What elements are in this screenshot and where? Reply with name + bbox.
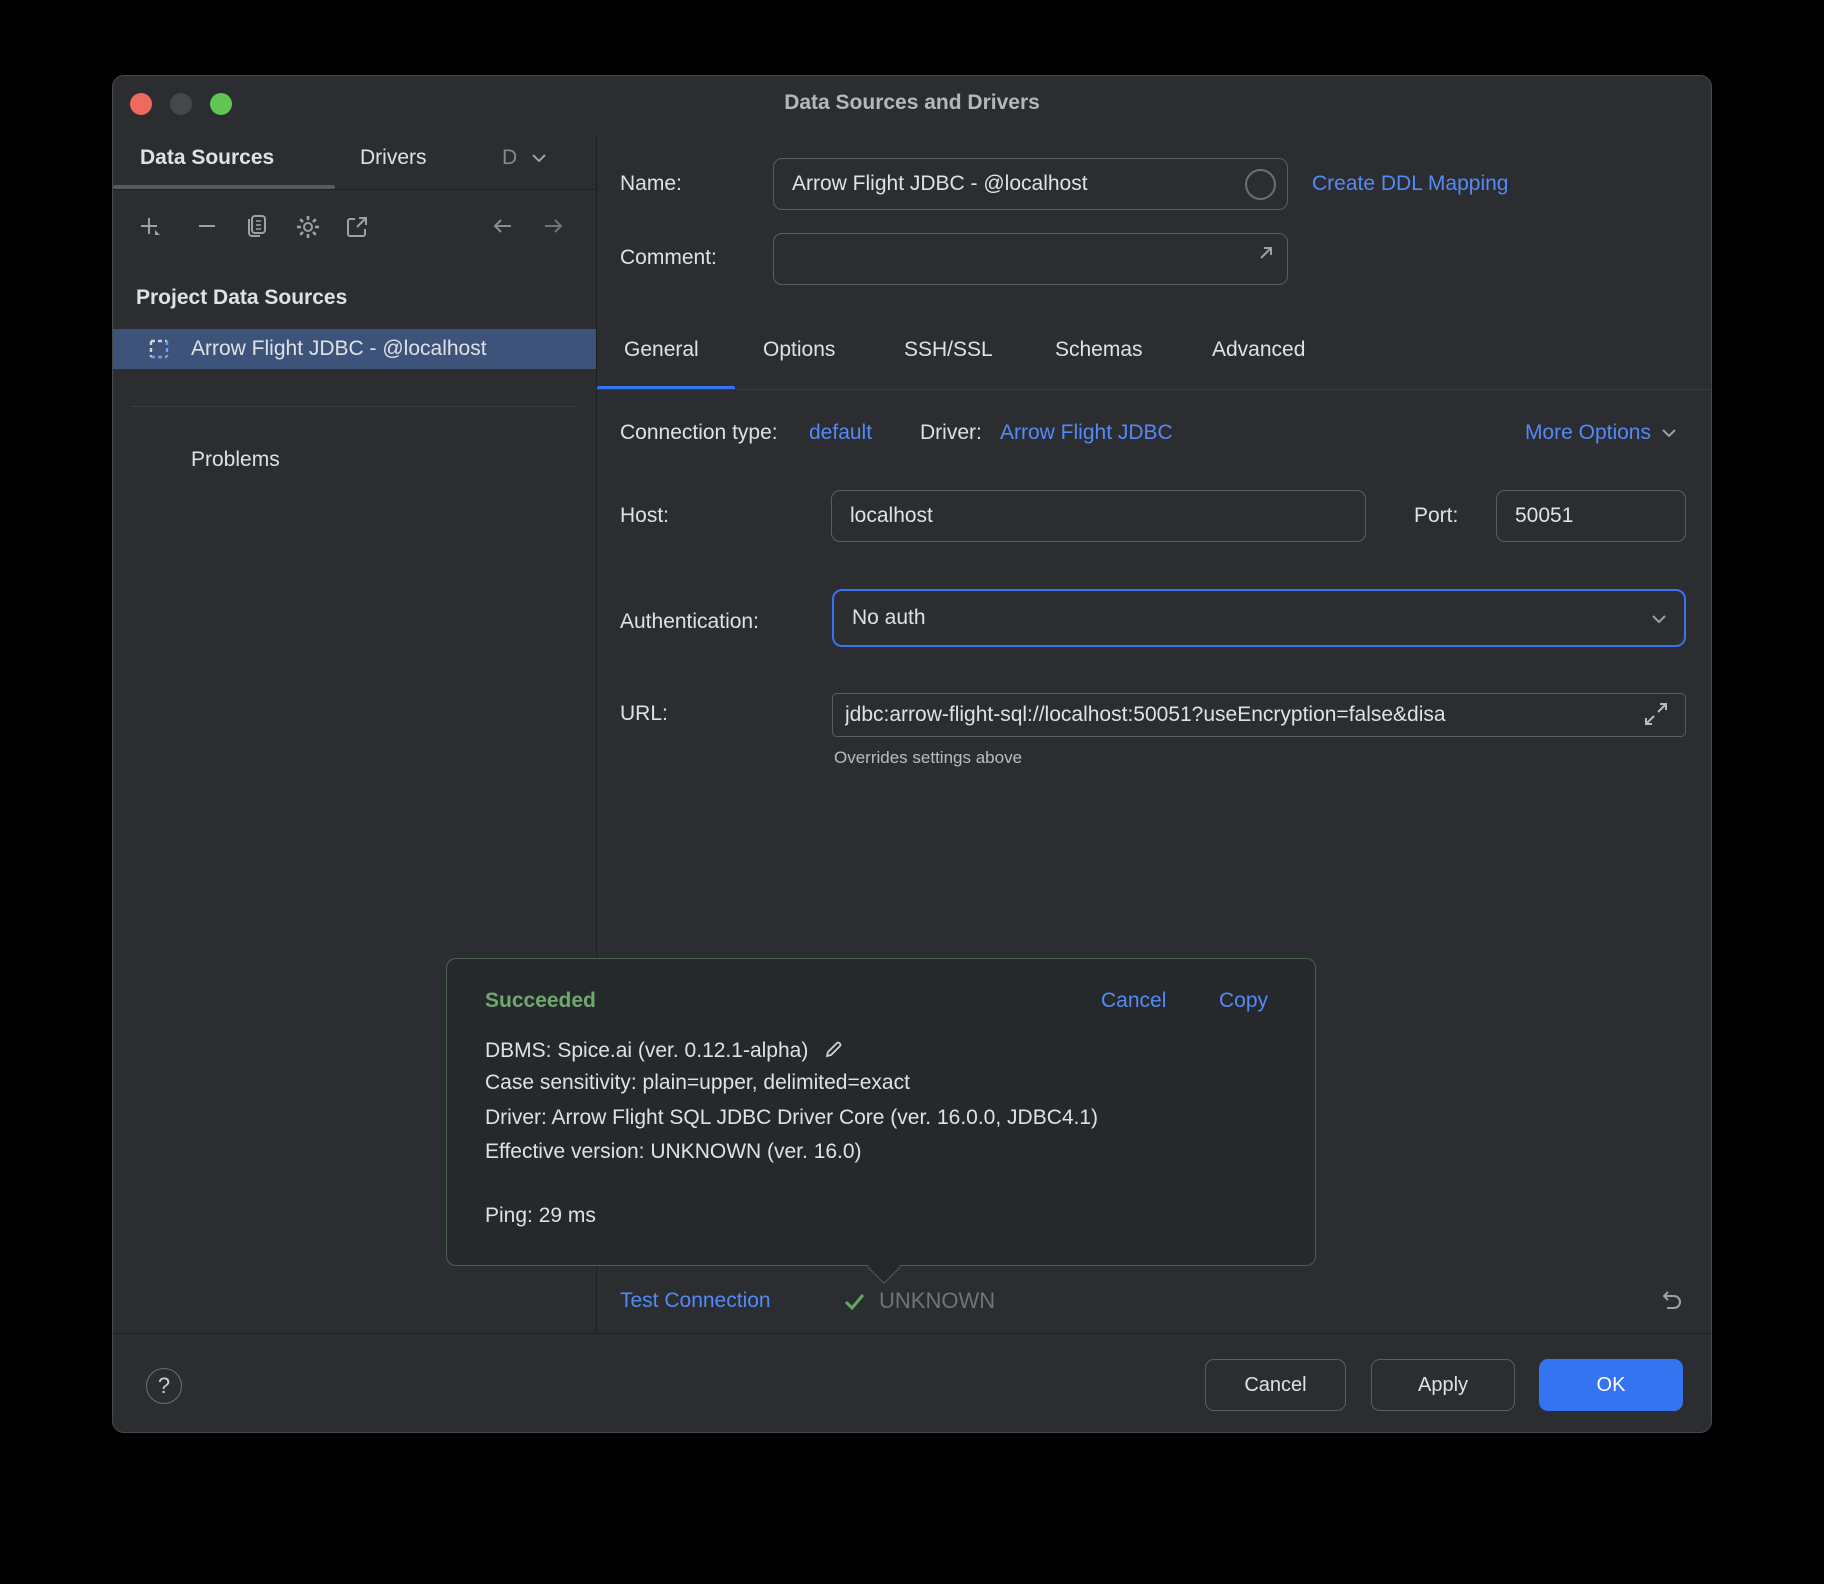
tree-divider	[131, 406, 578, 407]
authentication-label: Authentication:	[620, 610, 759, 634]
tab-schemas[interactable]: Schemas	[1055, 338, 1143, 362]
create-ddl-mapping-link[interactable]: Create DDL Mapping	[1312, 172, 1509, 196]
expand-comment-icon[interactable]	[1253, 240, 1279, 266]
authentication-select[interactable]: No auth	[832, 589, 1686, 647]
test-connection-link[interactable]: Test Connection	[620, 1289, 771, 1313]
popup-copy-link[interactable]: Copy	[1219, 989, 1268, 1013]
host-input[interactable]	[831, 490, 1366, 542]
url-hint: Overrides settings above	[834, 748, 1022, 768]
tab-data-sources[interactable]: Data Sources	[140, 126, 274, 189]
window-title: Data Sources and Drivers	[113, 91, 1711, 115]
datasource-tree-item-selected[interactable]: Arrow Flight JDBC - @localhost	[113, 329, 596, 369]
more-options-dropdown[interactable]: More Options	[1525, 421, 1679, 445]
add-icon[interactable]	[136, 213, 164, 241]
name-label: Name:	[620, 172, 682, 196]
tab-options[interactable]: Options	[763, 338, 835, 362]
authentication-value: No auth	[852, 606, 926, 630]
url-label: URL:	[620, 702, 668, 726]
tab-ssh-ssl[interactable]: SSH/SSL	[904, 338, 993, 362]
name-progress-circle-icon	[1245, 169, 1276, 200]
success-check-icon	[841, 1288, 868, 1315]
comment-input[interactable]	[773, 233, 1288, 285]
comment-label: Comment:	[620, 246, 717, 270]
chevron-down-icon[interactable]	[528, 147, 550, 169]
revert-icon[interactable]	[1656, 1287, 1686, 1317]
expand-url-icon[interactable]	[1641, 699, 1671, 729]
connection-type-value-link[interactable]: default	[809, 421, 872, 445]
host-label: Host:	[620, 504, 669, 528]
open-in-window-icon[interactable]	[343, 213, 371, 241]
tab-drivers[interactable]: Drivers	[360, 126, 427, 189]
name-input[interactable]	[773, 158, 1288, 210]
datasource-icon	[146, 336, 172, 362]
cancel-button[interactable]: Cancel	[1205, 1359, 1346, 1411]
popup-driver-line: Driver: Arrow Flight SQL JDBC Driver Cor…	[485, 1106, 1098, 1130]
test-connection-result-popup: Succeeded Cancel Copy DBMS: Spice.ai (ve…	[446, 958, 1316, 1266]
ok-button[interactable]: OK	[1539, 1359, 1683, 1411]
chevron-down-icon	[1659, 423, 1679, 443]
tab-general[interactable]: General	[624, 338, 699, 362]
tab-advanced[interactable]: Advanced	[1212, 338, 1305, 362]
problems-tree-item[interactable]: Problems	[191, 448, 280, 472]
connection-type-label: Connection type:	[620, 421, 778, 445]
popup-ping-line: Ping: 29 ms	[485, 1204, 596, 1228]
popup-caret	[867, 1250, 901, 1284]
help-button[interactable]: ?	[146, 1368, 182, 1404]
footer-divider	[113, 1333, 1712, 1334]
tab-ddl-mappings-truncated[interactable]: D	[502, 126, 517, 189]
popup-cancel-link[interactable]: Cancel	[1101, 989, 1166, 1013]
driver-value-link[interactable]: Arrow Flight JDBC	[1000, 421, 1173, 445]
datasource-tree-item-label: Arrow Flight JDBC - @localhost	[191, 329, 487, 369]
popup-status: Succeeded	[485, 989, 596, 1013]
apply-button[interactable]: Apply	[1371, 1359, 1515, 1411]
chevron-down-icon	[1648, 608, 1670, 630]
project-data-sources-header: Project Data Sources	[136, 286, 347, 310]
section-tabs-divider	[596, 389, 1712, 390]
popup-dbms-line: DBMS: Spice.ai (ver. 0.12.1-alpha)	[485, 1037, 846, 1063]
driver-label: Driver:	[920, 421, 982, 445]
popup-case-sensitivity-line: Case sensitivity: plain=upper, delimited…	[485, 1071, 910, 1095]
forward-arrow-icon[interactable]	[540, 213, 566, 239]
url-input[interactable]	[832, 693, 1686, 737]
test-status-text: UNKNOWN	[879, 1288, 995, 1314]
data-sources-dialog: Data Sources and Drivers Data Sources Dr…	[112, 75, 1712, 1433]
tabstrip-divider	[113, 189, 596, 190]
more-options-label: More Options	[1525, 421, 1651, 445]
back-arrow-icon[interactable]	[490, 213, 516, 239]
popup-effective-version-line: Effective version: UNKNOWN (ver. 16.0)	[485, 1140, 862, 1164]
port-label: Port:	[1414, 504, 1458, 528]
port-input[interactable]	[1496, 490, 1686, 542]
duplicate-icon[interactable]	[244, 213, 270, 239]
gear-icon[interactable]	[294, 213, 322, 241]
remove-icon[interactable]	[194, 213, 220, 239]
edit-pencil-icon[interactable]	[822, 1037, 846, 1061]
